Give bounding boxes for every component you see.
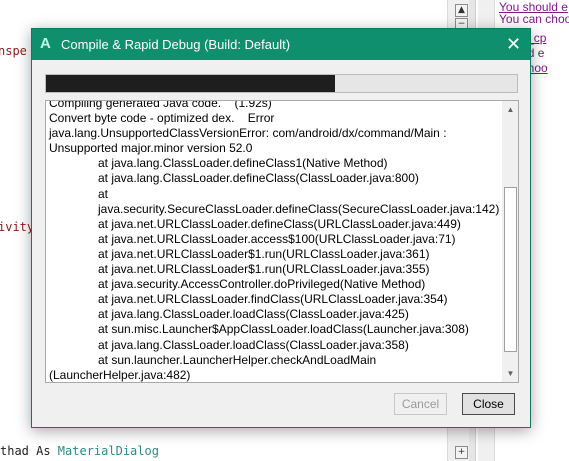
log-text-line: at java.lang.ClassLoader.loadClass(Class… [98,307,409,322]
close-button[interactable]: Close [462,393,515,415]
log-text-line: at java.lang.ClassLoader.loadClass(Class… [98,337,409,352]
compile-log[interactable]: Compiling generated Java code. (1.92s) Co… [45,100,519,383]
log-text-line: at sun.launcher.LauncherHelper.checkAndL… [98,352,377,367]
code-fragment: ivity [0,220,35,234]
code-keyword: thad As [0,444,58,458]
scroll-thumb[interactable] [504,187,517,352]
log-text-line: at java.net.URLClassLoader.access$100(UR… [98,231,456,246]
log-scrollbar[interactable]: ▲ ▼ [502,101,518,382]
dialog-titlebar[interactable]: A Compile & Rapid Debug (Build: Default)… [32,29,530,60]
scroll-down-arrow-icon[interactable]: ▼ [502,365,518,382]
compile-log-text: Compiling generated Java code. (1.92s) Co… [49,100,501,382]
log-text-line: Convert byte code - optimized dex. Error [49,111,275,126]
log-text-line: java.lang.UnsupportedClassVersionError: … [49,126,450,156]
log-text-line: at java.net.URLClassLoader.findClass(URL… [98,292,448,307]
log-text-line: at java.net.URLClassLoader.defineClass(U… [98,216,461,231]
dialog-title: Compile & Rapid Debug (Build: Default) [61,37,291,52]
code-type: MaterialDialog [57,444,159,458]
code-line: thad As MaterialDialog [0,444,159,458]
b4a-logo-icon: A [40,35,51,52]
log-line: You can choo [499,12,569,26]
scroll-up-icon[interactable]: ▲ [455,4,468,17]
log-text-line: at java.security.SecureClassLoader.defin… [98,186,500,216]
cancel-button[interactable]: Cancel [394,393,447,415]
log-text-line: at sun.misc.Launcher$AppClassLoader.load… [98,322,469,337]
log-text-line: at java.lang.ClassLoader.defineClass(Cla… [98,171,419,186]
progress-bar [45,74,518,93]
scroll-up-arrow-icon[interactable]: ▲ [502,101,518,118]
expand-icon[interactable]: + [455,446,468,459]
close-icon[interactable]: ✕ [497,29,530,60]
log-text-line: at java.net.URLClassLoader$1.run(URLClas… [98,246,430,261]
code-fragment: nspe [0,44,27,58]
log-text-line: at java.security.AccessController.doPriv… [98,277,426,292]
log-text-line: Compiling generated Java code. (1.92s) [49,100,272,110]
compile-dialog: A Compile & Rapid Debug (Build: Default)… [31,28,531,428]
log-text-line: at java.net.URLClassLoader$1.run(URLClas… [98,262,430,277]
log-text-line: (LauncherHelper.java:482) [49,367,191,382]
log-text-line: at java.lang.ClassLoader.defineClass1(Na… [98,156,388,171]
progress-fill [46,75,335,92]
